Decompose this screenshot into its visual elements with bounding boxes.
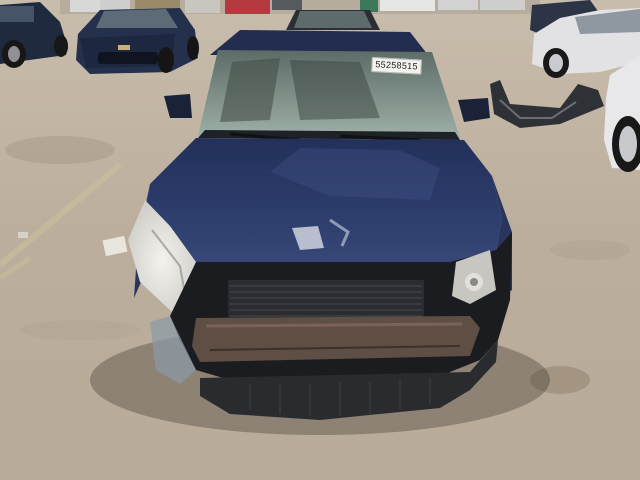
windshield-lot-sticker: 55258515 xyxy=(371,57,422,75)
far-center-car xyxy=(286,10,380,30)
salvage-lot-photo: 55258515 xyxy=(0,0,640,480)
debris-scrap xyxy=(18,232,28,238)
lot-scene-illustration xyxy=(0,0,640,480)
left-navy-sedan xyxy=(76,8,199,74)
